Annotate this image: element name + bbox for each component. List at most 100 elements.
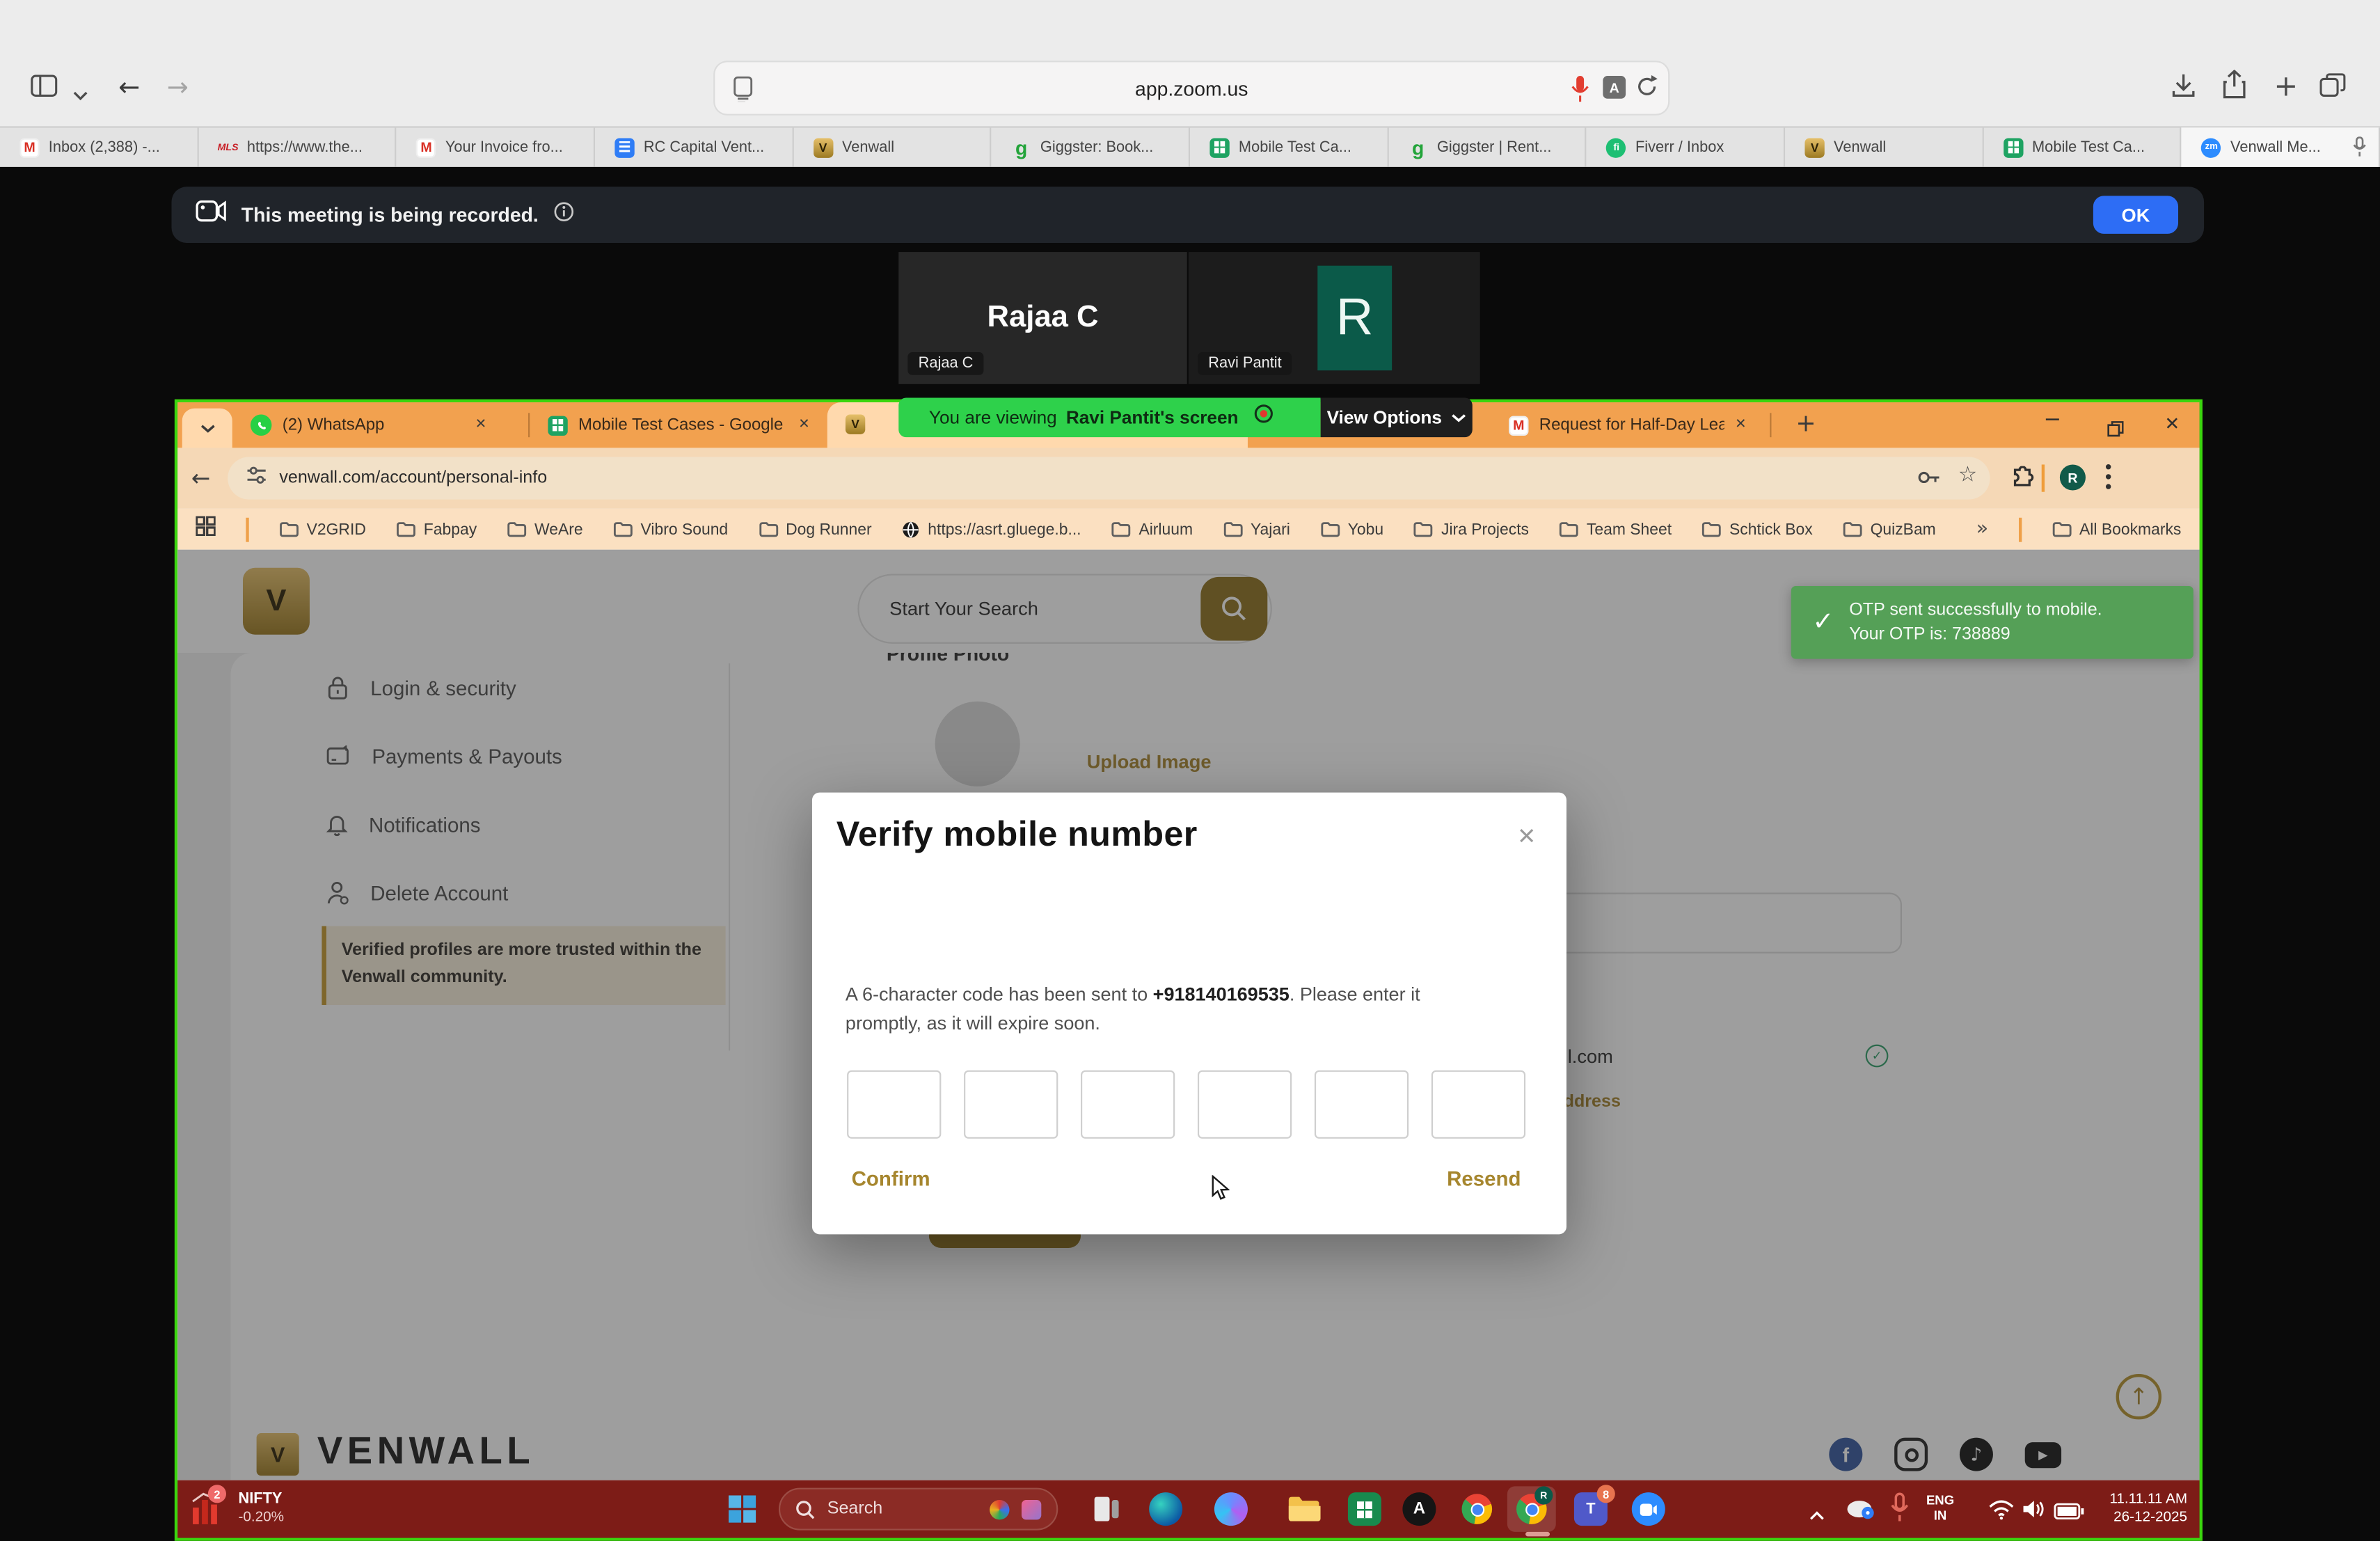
tray-mic-icon[interactable] (1890, 1492, 1910, 1531)
back-button[interactable]: ← (118, 73, 140, 104)
tab-overview-icon[interactable] (2319, 73, 2347, 105)
bookmark-folder-airluum[interactable]: Airluum (1111, 520, 1193, 538)
taskbar-clock[interactable]: 11.11.11 AM 26-12-2025 (2087, 1491, 2187, 1527)
task-view-icon[interactable] (1090, 1492, 1123, 1526)
file-explorer-icon[interactable] (1287, 1492, 1321, 1526)
resend-button[interactable]: Resend (1447, 1167, 1521, 1190)
participant-tile-ravi[interactable]: R Ravi Pantit (1189, 252, 1480, 384)
chrome-tab-gmail[interactable]: Request for Half-Day Leave - ra ✕ (1502, 402, 1761, 448)
profile-avatar[interactable]: R (2060, 464, 2086, 490)
mic-icon[interactable] (1571, 74, 1589, 108)
bookmark-folder-jira-projects[interactable]: Jira Projects (1414, 520, 1529, 538)
bookmark-folder-team-sheet[interactable]: Team Sheet (1560, 520, 1672, 538)
start-button[interactable] (729, 1495, 756, 1530)
chrome-address-bar[interactable]: venwall.com/account/personal-info ☆ (228, 457, 1990, 500)
sidebar-toggle-icon[interactable] (31, 74, 58, 105)
spreadsheet-app-icon[interactable] (1348, 1492, 1381, 1526)
back-icon[interactable]: ← (191, 464, 210, 491)
info-icon[interactable] (554, 201, 573, 228)
venwall-page: Profile Photo Upload Image Login & secur… (177, 550, 2199, 1480)
otp-input-5[interactable] (1315, 1070, 1409, 1139)
safari-tab-mobile-test-2[interactable]: Mobile Test Ca... (1983, 127, 2182, 167)
address-bar[interactable]: app.zoom.us A (713, 61, 1669, 116)
safari-tab-bar: Inbox (2,388) -... https://www.the... Yo… (0, 127, 2380, 167)
password-key-icon[interactable] (1917, 468, 1942, 495)
confirm-button[interactable]: Confirm (852, 1167, 930, 1190)
nifty-badge: 2 (208, 1485, 226, 1503)
kebab-menu-icon[interactable] (2105, 463, 2111, 498)
otp-input-3[interactable] (1081, 1070, 1175, 1139)
taskbar-search[interactable]: Search (779, 1488, 1058, 1531)
volume-icon[interactable] (2022, 1499, 2046, 1527)
close-tab-icon[interactable]: ✕ (475, 418, 486, 433)
view-options-label: View Options (1327, 407, 1442, 429)
bookmark-folder-v2grid[interactable]: V2GRID (279, 520, 366, 538)
safari-tab-venwall[interactable]: Venwall (793, 127, 992, 167)
language-indicator[interactable]: ENGIN (1926, 1494, 1954, 1522)
zoom-app-icon[interactable] (1632, 1492, 1665, 1526)
safari-tab-inbox[interactable]: Inbox (2,388) -... (0, 127, 198, 167)
weather-icon[interactable] (1844, 1494, 1878, 1528)
translate-icon[interactable]: A (1603, 76, 1626, 99)
reload-icon[interactable] (1635, 74, 1659, 103)
chrome-tab-whatsapp[interactable]: (2) WhatsApp ✕ (238, 402, 523, 448)
safari-tab-giggster-book[interactable]: Giggster: Book... (992, 127, 1190, 167)
bookmark-folder-fabpay[interactable]: Fabpay (396, 520, 477, 538)
safari-tab-venwall-meeting[interactable]: Venwall Me... (2182, 127, 2380, 167)
restore-window-icon[interactable] (2107, 418, 2124, 445)
safari-tab-giggster-rent[interactable]: Giggster | Rent... (1388, 127, 1587, 167)
black-a-app-icon[interactable]: A (1402, 1492, 1436, 1526)
chrome-profile-icon[interactable]: R (1515, 1492, 1548, 1526)
bookmark-folder-quizbam[interactable]: QuizBam (1843, 520, 1935, 538)
bookmark-folder-dog-runner[interactable]: Dog Runner (759, 520, 872, 538)
chrome-tab-label: Request for Half-Day Leave - ra (1539, 416, 1724, 434)
share-icon[interactable] (2222, 70, 2246, 108)
safari-tab-mls[interactable]: https://www.the... (198, 127, 397, 167)
bookmark-folder-schtick-box[interactable]: Schtick Box (1702, 520, 1813, 538)
close-tab-icon[interactable]: ✕ (798, 418, 809, 433)
chrome-icon[interactable] (1460, 1492, 1493, 1526)
bookmark-folder-weare[interactable]: WeAre (507, 520, 583, 538)
site-settings-icon[interactable] (246, 464, 267, 492)
teams-icon[interactable]: T 8 (1574, 1492, 1608, 1526)
minimize-window-icon[interactable]: ─ (2046, 409, 2058, 433)
safari-tab-rc-capital[interactable]: RC Capital Vent... (595, 127, 793, 167)
view-options-button[interactable]: View Options (1321, 397, 1473, 437)
new-tab-button[interactable]: + (1795, 409, 1816, 437)
extensions-icon[interactable] (2011, 466, 2034, 497)
close-tab-icon[interactable]: ✕ (1735, 418, 1746, 433)
copilot-icon[interactable] (1214, 1492, 1248, 1526)
bookmark-link-gluege[interactable]: https://asrt.gluege.b... (902, 520, 1081, 538)
chrome-tab-sheets[interactable]: Mobile Test Cases - Google She ✕ (536, 402, 821, 448)
modal-close-icon[interactable]: ✕ (1517, 823, 1536, 850)
otp-input-4[interactable] (1198, 1070, 1292, 1139)
otp-input-2[interactable] (964, 1070, 1058, 1139)
new-tab-icon[interactable]: + (2274, 70, 2298, 103)
safari-tab-invoice[interactable]: Your Invoice fro... (397, 127, 595, 167)
tab-search-button[interactable] (182, 409, 232, 448)
otp-input-6[interactable] (1431, 1070, 1525, 1139)
bookmark-folder-yobu[interactable]: Yobu (1320, 520, 1383, 538)
safari-tab-mobile-test[interactable]: Mobile Test Ca... (1190, 127, 1388, 167)
close-window-icon[interactable]: ✕ (2164, 413, 2180, 434)
participant-tile-rajaa[interactable]: Rajaa C Rajaa C (898, 252, 1187, 384)
bookmarks-overflow-icon[interactable]: » (1976, 518, 1988, 541)
edge-icon[interactable] (1149, 1492, 1182, 1526)
safari-tab-label: https://www.the... (247, 139, 363, 156)
wifi-icon[interactable] (1988, 1500, 2014, 1527)
page-icon (733, 76, 753, 106)
safari-tab-venwall-2[interactable]: Venwall (1785, 127, 1983, 167)
apps-grid-icon[interactable] (196, 516, 215, 543)
downloads-icon[interactable] (2171, 73, 2196, 108)
ok-button[interactable]: OK (2093, 196, 2178, 234)
chevron-down-icon[interactable] (73, 82, 88, 109)
forward-button[interactable]: → (167, 73, 189, 104)
bookmark-star-icon[interactable]: ☆ (1958, 463, 1977, 487)
bookmark-folder-yajari[interactable]: Yajari (1223, 520, 1290, 538)
tray-chevron-icon[interactable] (1809, 1501, 1825, 1528)
bookmark-folder-vibro-sound[interactable]: Vibro Sound (613, 520, 728, 538)
battery-icon[interactable] (2054, 1500, 2084, 1527)
all-bookmarks-folder[interactable]: All Bookmarks (2052, 520, 2182, 538)
safari-tab-fiverr[interactable]: Fiverr / Inbox (1587, 127, 1785, 167)
otp-input-1[interactable] (847, 1070, 941, 1139)
